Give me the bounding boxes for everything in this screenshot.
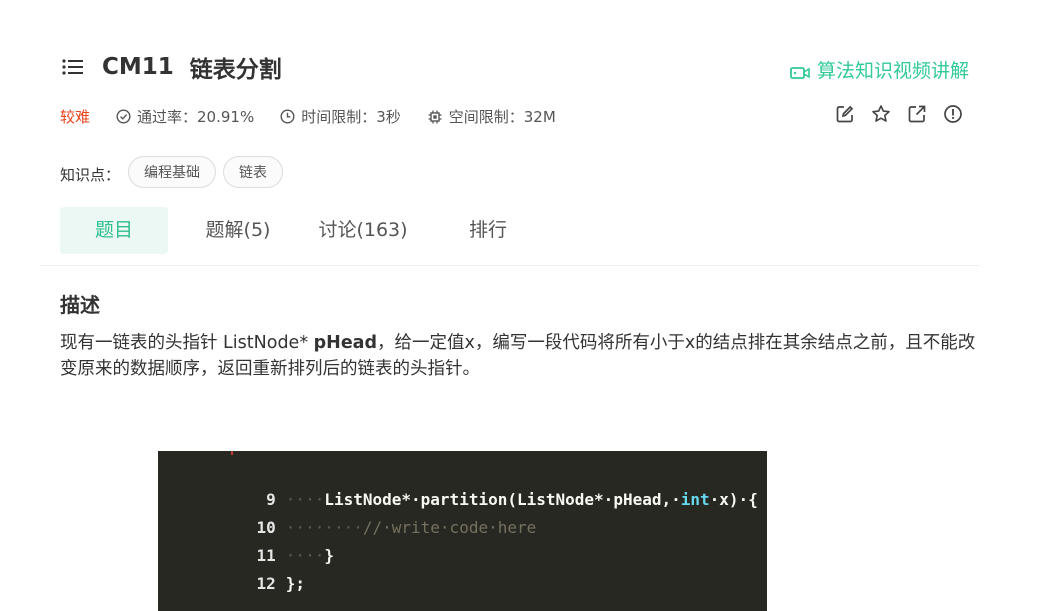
video-link-label: 算法知识视频讲解: [816, 60, 969, 82]
tab-solutions[interactable]: 题解(5): [168, 207, 308, 254]
chip-icon: [428, 110, 442, 123]
clock-icon: [280, 109, 295, 124]
tab-discussion[interactable]: 讨论(163): [308, 207, 418, 254]
line-number: 12: [256, 574, 276, 593]
pass-rate-icon: [116, 109, 131, 124]
code-example: 9 ····ListNode*·partition(ListNode*·pHead…: [158, 451, 767, 611]
problem-actions: [819, 104, 963, 124]
tab-ranking[interactable]: 排行: [418, 207, 558, 254]
problem-description: 现有一链表的头指针 ListNode* pHead，给一定值x，编写一段代码将所…: [60, 330, 980, 382]
pass-rate: 通过率：20.91%: [116, 106, 254, 127]
problem-page: CM11 链表分割 算法知识视频讲解 较难 通过率：20.91% 时间限制：3秒…: [0, 0, 1063, 611]
code-text: }: [324, 546, 334, 565]
time-limit-text: 时间限制：3秒: [301, 108, 401, 126]
knowledge-tags: 知识点： 编程基础 链表: [60, 156, 290, 188]
space-limit-text: 空间限制：32M: [448, 108, 556, 126]
tab-problem[interactable]: 题目: [60, 207, 168, 254]
pass-rate-text: 通过率：20.91%: [137, 108, 255, 126]
time-limit: 时间限制：3秒: [280, 106, 401, 127]
menu-icon[interactable]: [62, 58, 84, 76]
tabs-divider: [40, 265, 980, 266]
description-bold-param: pHead: [313, 333, 378, 353]
code-text: };: [285, 574, 306, 593]
info-icon[interactable]: [943, 104, 963, 124]
code-line: 10 ········//·write·code·here: [158, 486, 537, 537]
star-icon[interactable]: [871, 104, 891, 124]
code-cursor-mark: [231, 451, 233, 455]
description-text-1: 现有一链表的头指针 ListNode*: [60, 333, 314, 353]
edit-icon[interactable]: [835, 104, 855, 124]
tag-linked-list[interactable]: 链表: [223, 156, 284, 188]
code-line: 11 ····}: [158, 514, 334, 565]
tags-label: 知识点：: [60, 165, 121, 184]
meta-row: 较难 通过率：20.91% 时间限制：3秒 空间限制：32M: [60, 106, 582, 127]
code-comment: //·write·code·here: [362, 518, 537, 537]
code-line: 9 ····ListNode*·partition(ListNode*·pHead…: [158, 458, 758, 509]
problem-tabs: 题目 题解(5) 讨论(163) 排行: [60, 207, 558, 254]
problem-code: CM11: [102, 54, 174, 80]
description-heading: 描述: [60, 293, 100, 317]
code-text: ·x)·{: [709, 490, 758, 509]
space-limit: 空间限制：32M: [427, 106, 556, 127]
difficulty-badge: 较难: [60, 108, 91, 126]
video-explanation-link[interactable]: 算法知识视频讲解: [790, 56, 969, 83]
code-line: 12};: [158, 542, 306, 593]
video-icon: [790, 63, 810, 79]
tag-programming-basics[interactable]: 编程基础: [128, 156, 217, 188]
share-icon[interactable]: [907, 104, 927, 124]
code-keyword: int: [680, 490, 710, 509]
title-row: CM11 链表分割: [62, 50, 282, 84]
problem-title: 链表分割: [189, 57, 282, 83]
